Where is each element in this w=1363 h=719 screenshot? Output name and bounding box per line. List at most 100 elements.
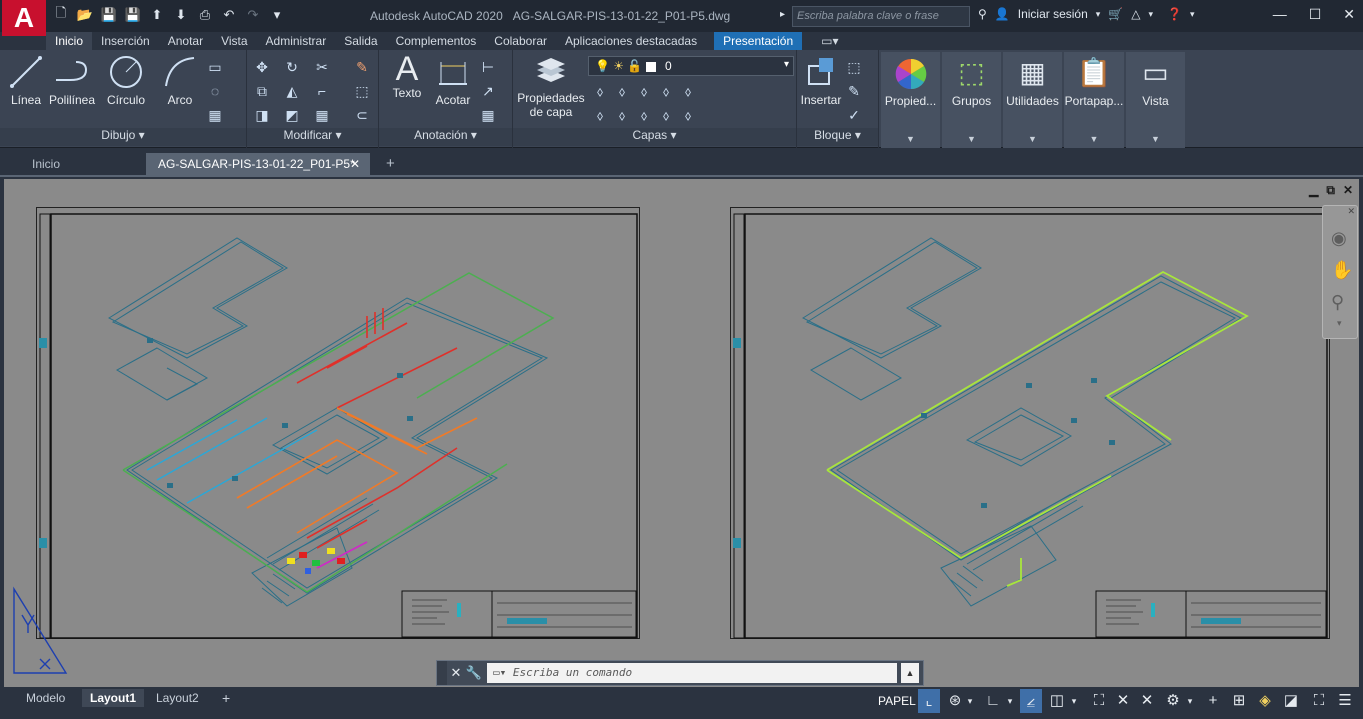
layout-sheet-right[interactable] (730, 207, 1330, 639)
view-panel-button[interactable]: ▭ Vista ▼ (1126, 52, 1185, 148)
undo-icon[interactable]: ↶ (220, 6, 238, 24)
drawing-canvas[interactable]: ▁ ⧉ ✕ ✕ ◉ ✋ ⚲ ▾ (4, 179, 1359, 687)
minimize-icon[interactable]: — (1273, 6, 1287, 23)
annotation-monitor-icon[interactable]: + (1202, 689, 1224, 713)
block-attributes-icon[interactable]: ✓ (845, 106, 863, 124)
arc-tool-button[interactable]: Arco (160, 54, 200, 107)
command-input[interactable]: ▭▾ Escriba un comando (487, 663, 897, 683)
clean-screen-icon[interactable]: ⛶ (1308, 689, 1330, 713)
web-open-icon[interactable]: ⬆ (148, 6, 166, 24)
model-space-icon[interactable]: ⌞ (918, 689, 940, 713)
osnap-dropdown-icon[interactable]: ▾ (1068, 689, 1080, 713)
selection-cycling-icon[interactable]: ⛶ (1088, 689, 1110, 713)
leader-icon[interactable]: ↗ (479, 82, 497, 100)
layer-tool-4-icon[interactable]: ⬨ (657, 82, 675, 100)
object-snap-icon[interactable]: ◫ (1046, 689, 1068, 713)
store-cart-icon[interactable]: 🛒 (1108, 7, 1123, 21)
tab-complementos[interactable]: Complementos (387, 32, 486, 50)
panel-title-capas[interactable]: Capas ▾ (513, 128, 796, 146)
copy-icon[interactable]: ⧉ (253, 82, 271, 100)
insert-block-button[interactable]: Insertar (799, 54, 843, 107)
new-file-icon[interactable]: 🗋 (52, 5, 70, 24)
layer-tool-1-icon[interactable]: ⬨ (591, 82, 609, 100)
tab-salida[interactable]: Salida (335, 32, 386, 50)
autocad-logo-button[interactable]: A (2, 0, 46, 36)
rectangle-icon[interactable]: ▭ (206, 58, 224, 76)
pan-hand-icon[interactable]: ✋ (1331, 260, 1353, 281)
mirror-icon[interactable]: ◭ (283, 82, 301, 100)
explode-icon[interactable]: ⬚ (353, 82, 371, 100)
signin-dropdown-icon[interactable]: ▾ (1096, 9, 1101, 20)
help-icon[interactable]: ❓ (1167, 7, 1182, 21)
viewport-restore-icon[interactable]: ⧉ (1326, 183, 1335, 198)
utilities-panel-button[interactable]: ▦ Utilidades ▼ (1003, 52, 1062, 148)
help-dropdown-icon[interactable]: ▾ (1190, 9, 1195, 20)
polar-tracking-icon[interactable]: ⦤ (1020, 689, 1042, 713)
new-tab-button[interactable]: + (374, 153, 407, 175)
rotate-icon[interactable]: ↻ (283, 58, 301, 76)
groups-panel-button[interactable]: ⬚ Grupos ▼ (942, 52, 1001, 148)
panel-title-dibujo[interactable]: Dibujo ▾ (0, 128, 246, 146)
hardware-acceleration-icon[interactable]: ◪ (1280, 689, 1302, 713)
hatch-icon[interactable]: ◌ (206, 82, 224, 100)
gradient-icon[interactable]: ▦ (206, 106, 224, 124)
layer-tool-10-icon[interactable]: ⬨ (679, 106, 697, 124)
sign-in-link[interactable]: Iniciar sesión (1018, 7, 1088, 21)
paper-space-toggle[interactable]: PAPEL (878, 694, 916, 708)
panel-title-modificar[interactable]: Modificar ▾ (247, 128, 378, 146)
layer-tool-5-icon[interactable]: ⬨ (679, 82, 697, 100)
tab-insercion[interactable]: Inserción (92, 32, 159, 50)
line-tool-button[interactable]: Línea (8, 54, 44, 107)
tab-aplicaciones[interactable]: Aplicaciones destacadas (556, 32, 706, 50)
panel-title-anotacion[interactable]: Anotación ▾ (379, 128, 512, 146)
tab-layout2[interactable]: Layout2 (148, 689, 207, 707)
close-icon[interactable]: ✕ (1343, 6, 1355, 23)
ortho-dropdown-icon[interactable]: ▾ (1004, 689, 1016, 713)
tab-colaborar[interactable]: Colaborar (485, 32, 556, 50)
tab-anotar[interactable]: Anotar (159, 32, 212, 50)
tab-administrar[interactable]: Administrar (257, 32, 336, 50)
dimension-tool-button[interactable]: Acotar (431, 54, 475, 107)
save-as-icon[interactable]: 💾 (124, 6, 142, 24)
fillet-icon[interactable]: ⌐ (313, 82, 331, 100)
open-folder-icon[interactable]: 📂 (76, 6, 94, 24)
user-icon[interactable]: 👤 (995, 7, 1010, 21)
steering-wheel-icon[interactable]: ◉ (1331, 228, 1347, 249)
binoculars-icon[interactable]: ⚲ (978, 7, 987, 21)
tab-inicio[interactable]: Inicio (46, 32, 93, 50)
customize-wrench-icon[interactable]: 🔧 (465, 665, 483, 681)
search-input[interactable]: Escriba palabra clave o frase (792, 6, 970, 27)
zoom-extents-icon[interactable]: ⚲ (1331, 292, 1344, 313)
save-icon[interactable]: 💾 (100, 6, 118, 24)
isolate-objects-icon[interactable]: ◈ (1254, 689, 1276, 713)
tab-home[interactable]: Inicio (20, 153, 146, 175)
tab-presentacion[interactable]: Presentación (714, 32, 803, 50)
redo-icon[interactable]: ↷ (244, 6, 262, 24)
linear-dim-icon[interactable]: ⊢ (479, 58, 497, 76)
customization-menu-icon[interactable]: ☰ (1334, 689, 1356, 713)
ribbon-options-icon[interactable]: ▭▾ (812, 32, 847, 50)
move-icon[interactable]: ✥ (253, 58, 271, 76)
web-save-icon[interactable]: ⬇ (172, 6, 190, 24)
tab-model[interactable]: Modelo (18, 689, 73, 707)
navbar-dropdown-icon[interactable]: ▾ (1337, 318, 1342, 329)
layer-tool-6-icon[interactable]: ⬨ (591, 106, 609, 124)
viewport-minimize-icon[interactable]: ▁ (1309, 183, 1318, 198)
snap-dropdown-icon[interactable]: ▾ (964, 689, 976, 713)
add-layout-button[interactable]: + (214, 689, 238, 707)
command-history-icon[interactable]: ▲ (901, 663, 919, 683)
stretch-icon[interactable]: ◨ (253, 106, 271, 124)
workspace-dropdown-icon[interactable]: ▾ (1184, 689, 1196, 713)
autodesk-a360-icon[interactable]: △ (1131, 7, 1140, 21)
layer-tool-3-icon[interactable]: ⬨ (635, 82, 653, 100)
polyline-tool-button[interactable]: Polilínea (48, 54, 96, 107)
customize-dropdown-icon[interactable]: ▾ (268, 6, 286, 24)
tab-active-drawing[interactable]: AG-SALGAR-PIS-13-01-22_P01-P5* ✕ (146, 153, 370, 175)
layer-dropdown[interactable]: 💡 ☀ 🔓 0 ▾ (588, 56, 794, 76)
tab-layout1[interactable]: Layout1 (82, 689, 145, 707)
erase-icon[interactable]: ✎ (353, 58, 371, 76)
edit-block-icon[interactable]: ✎ (845, 82, 863, 100)
grid-snap-icon[interactable]: ⊛ (944, 689, 966, 713)
layer-properties-button[interactable]: Propiedades de capa (517, 54, 585, 119)
annotation-scale-icon[interactable]: ✕ (1112, 689, 1134, 713)
